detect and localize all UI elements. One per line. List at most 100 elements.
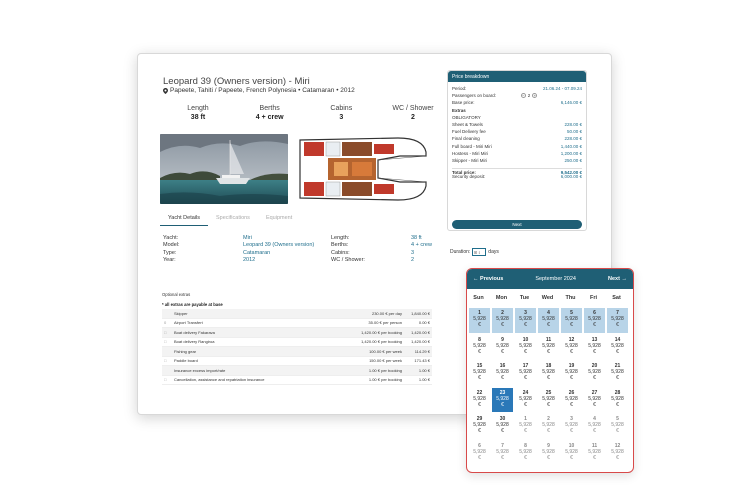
- calendar-day[interactable]: 3 5,928 €: [560, 413, 583, 440]
- stat-length: Length 38 ft: [163, 105, 233, 121]
- calendar-popup: ← Previous September 2024 Next → Sun Mon T…: [466, 268, 634, 473]
- detail-key: Year:: [163, 257, 176, 264]
- next-month-button[interactable]: Next →: [608, 276, 627, 282]
- duration-unit: days: [488, 249, 499, 255]
- calendar-day[interactable]: 29 5,928 €: [468, 413, 491, 440]
- calendar-day[interactable]: 1 5,928 €: [468, 307, 491, 334]
- detail-value: 38 ft: [411, 234, 422, 241]
- calendar-day[interactable]: 26 5,928 €: [560, 386, 583, 413]
- extra-total: 0.00 €: [418, 320, 430, 326]
- tab-equipment[interactable]: Equipment: [258, 215, 300, 226]
- extra-row[interactable]: 0 Airport Transfert 35.00 € per person 0.00…: [162, 319, 432, 328]
- calendar-day[interactable]: 18 5,928 €: [537, 360, 560, 387]
- extra-checkbox[interactable]: 0: [162, 320, 174, 325]
- extra-row[interactable]: Skipper 230.00 € per day 1,840.00 €: [162, 309, 432, 319]
- price-item-label: Sheet & Towels: [452, 122, 483, 128]
- next-button[interactable]: Next: [452, 220, 582, 229]
- calendar-day[interactable]: 9 5,928 €: [491, 333, 514, 360]
- price-item-label: Fuel Delivery fee: [452, 129, 486, 135]
- plus-icon[interactable]: +: [532, 93, 538, 99]
- day-currency: €: [547, 401, 550, 408]
- calendar-day[interactable]: 6 5,928 €: [583, 307, 606, 334]
- extra-price: 1,420.00 € per booking: [361, 329, 402, 335]
- extra-checkbox[interactable]: □: [162, 339, 174, 344]
- extra-row[interactable]: Insurance excess import/rate 1.00 € per b…: [162, 366, 432, 376]
- stat-label: Length: [187, 105, 209, 112]
- price-item-value: 50.00 €: [566, 129, 582, 135]
- extra-checkbox[interactable]: □: [162, 330, 174, 335]
- price-item-row: Fuel Delivery fee 50.00 €: [448, 128, 586, 135]
- extra-row[interactable]: □ Boat delivery Fakarava 1,420.00 € per bo…: [162, 328, 432, 338]
- day-currency: €: [616, 454, 619, 461]
- extra-price: 150.00 € per week: [369, 358, 402, 364]
- calendar-grid: 1 5,928 €2 5,928 €3 5,928 €4 5,928 €5 5,928 €6 5,92…: [467, 307, 633, 466]
- calendar-day[interactable]: 16 5,928 €: [491, 360, 514, 387]
- calendar-day[interactable]: 5 5,928 €: [560, 307, 583, 334]
- calendar-day[interactable]: 5 5,928 €: [606, 413, 629, 440]
- calendar-day[interactable]: 6 5,928 €: [468, 439, 491, 466]
- day-currency: €: [501, 322, 504, 328]
- extra-row[interactable]: □ Paddle board 150.00 € per week 171.43 €: [162, 357, 432, 366]
- yacht-photo[interactable]: [160, 134, 288, 204]
- period-value: 21.06.24 - 07.09.24: [542, 86, 582, 92]
- calendar-day[interactable]: 13 5,928 €: [583, 333, 606, 360]
- previous-month-button[interactable]: ← Previous: [473, 276, 503, 282]
- calendar-day[interactable]: 19 5,928 €: [560, 360, 583, 387]
- calendar-day[interactable]: 10 5,928 €: [560, 439, 583, 466]
- calendar-day[interactable]: 15 5,928 €: [468, 360, 491, 387]
- extra-price: 1.00 € per booking: [368, 367, 402, 373]
- stat-label: WC / Shower: [392, 105, 434, 112]
- calendar-day[interactable]: 7 5,928 €: [491, 439, 514, 466]
- calendar-day[interactable]: 12 5,928 €: [560, 333, 583, 360]
- extra-checkbox[interactable]: □: [162, 358, 174, 363]
- calendar-day[interactable]: 14 5,928 €: [606, 333, 629, 360]
- calendar-day[interactable]: 25 5,928 €: [537, 386, 560, 413]
- calendar-day[interactable]: 8 5,928 €: [468, 333, 491, 360]
- weekday-label: Fri: [589, 295, 598, 301]
- calendar-day[interactable]: 3 5,928 €: [514, 307, 537, 334]
- price-items: Sheet & Towels 228.00 € Fuel Delivery fee 5…: [448, 121, 586, 164]
- calendar-day[interactable]: 4 5,928 €: [583, 413, 606, 440]
- calendar-day[interactable]: 21 5,928 €: [606, 360, 629, 387]
- calendar-day[interactable]: 11 5,928 €: [583, 439, 606, 466]
- duration-input[interactable]: 8 ↕: [472, 248, 487, 256]
- day-currency: €: [570, 375, 573, 381]
- extra-price: 1.00 € per booking: [368, 377, 402, 383]
- calendar-day[interactable]: 2 5,928 €: [491, 307, 514, 334]
- stat-berths: Berths 4 + crew: [235, 105, 305, 121]
- tab-yacht-details[interactable]: Yacht Details: [160, 215, 208, 226]
- extra-row[interactable]: Fishing gear 100.00 € per week 114.29 €: [162, 347, 432, 357]
- extra-price: 1,420.00 € per booking: [361, 339, 402, 345]
- detail-value: 2012: [243, 257, 256, 264]
- weekday-label: Wed: [541, 295, 554, 301]
- calendar-day[interactable]: 20 5,928 €: [583, 360, 606, 387]
- calendar-day[interactable]: 23 5,928 €: [491, 386, 514, 413]
- extra-total: 1.00 €: [418, 377, 430, 383]
- calendar-day[interactable]: 2 5,928 €: [537, 413, 560, 440]
- calendar-day[interactable]: 24 5,928 €: [514, 386, 537, 413]
- calendar-day[interactable]: 12 5,928 €: [606, 439, 629, 466]
- calendar-day[interactable]: 28 5,928 €: [606, 386, 629, 413]
- calendar-day[interactable]: 1 5,928 €: [514, 413, 537, 440]
- deck-plan-image[interactable]: [298, 134, 428, 204]
- detail-row: Year: 2012 WC / Shower: 2: [163, 257, 438, 265]
- calendar-day[interactable]: 4 5,928 €: [537, 307, 560, 334]
- calendar-day[interactable]: 30 5,928 €: [491, 413, 514, 440]
- tab-specifications[interactable]: Specifications: [208, 215, 258, 226]
- minus-icon[interactable]: −: [520, 93, 526, 99]
- extras-heading-row: Extras: [448, 107, 586, 114]
- extra-checkbox[interactable]: □: [162, 377, 174, 382]
- calendar-day[interactable]: 10 5,928 €: [514, 333, 537, 360]
- detail-value: Miri: [243, 234, 252, 241]
- calendar-day[interactable]: 11 5,928 €: [537, 333, 560, 360]
- extra-row[interactable]: □ Boat delivery Rangiroa 1,420.00 € per bo…: [162, 338, 432, 347]
- calendar-day[interactable]: 9 5,928 €: [537, 439, 560, 466]
- extra-row[interactable]: □ Cancellation, assistance and repatriati…: [162, 376, 432, 385]
- calendar-day[interactable]: 8 5,928 €: [514, 439, 537, 466]
- calendar-day[interactable]: 7 5,928 €: [606, 307, 629, 334]
- calendar-day[interactable]: 17 5,928 €: [514, 360, 537, 387]
- calendar-day[interactable]: 22 5,928 €: [468, 386, 491, 413]
- calendar-day[interactable]: 27 5,928 €: [583, 386, 606, 413]
- weekday-label: Tue: [519, 295, 530, 301]
- period-row: Period: 21.06.24 - 07.09.24: [448, 85, 586, 92]
